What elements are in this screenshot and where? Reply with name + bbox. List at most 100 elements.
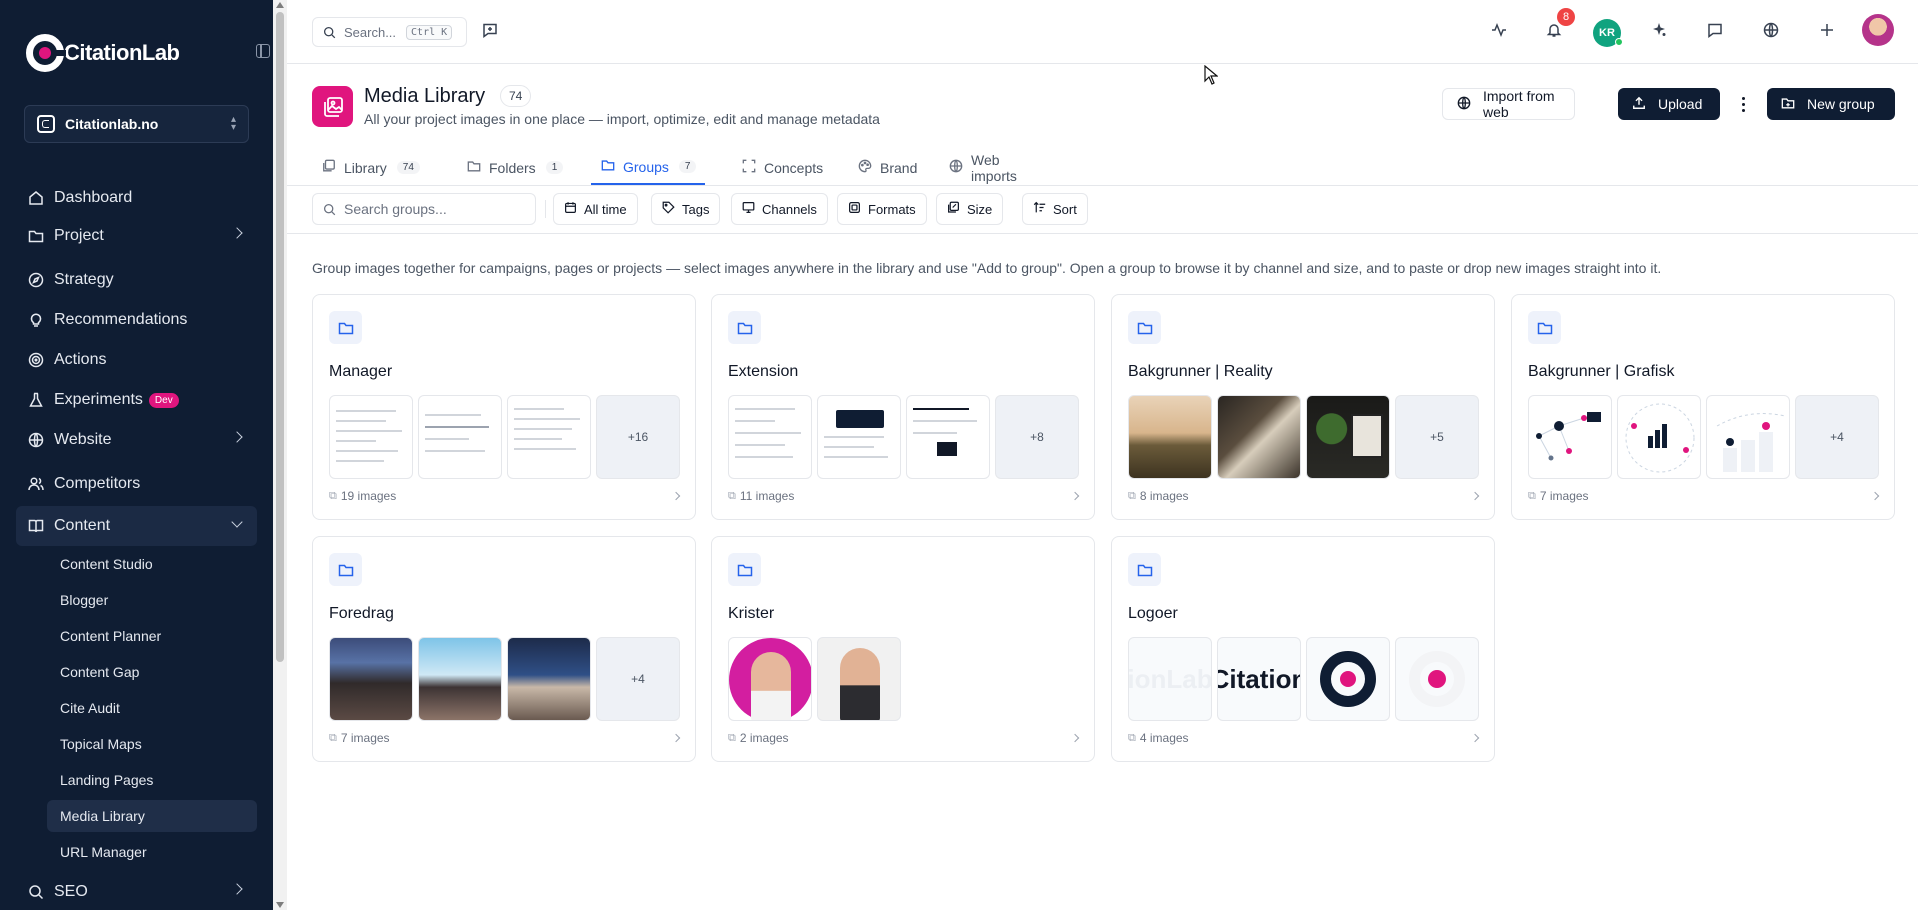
globe-icon — [28, 432, 44, 448]
more-images-indicator[interactable]: +4 — [596, 637, 680, 721]
sidebar-item-content[interactable]: Content — [16, 506, 257, 546]
chevron-right-icon[interactable] — [1070, 491, 1080, 501]
filter-tags-button[interactable]: Tags — [651, 193, 721, 225]
sidebar-subitem-content-planner[interactable]: Content Planner — [47, 620, 257, 652]
sort-button[interactable]: Sort — [1022, 193, 1088, 225]
sidebar-item-seo[interactable]: SEO — [16, 874, 257, 910]
brand-logo[interactable]: CitationLab — [26, 34, 180, 72]
filter-label: Tags — [682, 201, 710, 217]
feedback-icon[interactable] — [480, 20, 500, 40]
image-thumbnail[interactable] — [1217, 395, 1301, 479]
tab-library[interactable]: Library 74 — [312, 150, 430, 185]
tab-concepts[interactable]: Concepts — [732, 150, 833, 185]
sidebar-scrollbar[interactable] — [273, 0, 287, 910]
new-group-button[interactable]: New group — [1767, 88, 1895, 120]
chevron-right-icon[interactable] — [1470, 491, 1480, 501]
more-images-indicator[interactable]: +16 — [596, 395, 680, 479]
image-thumbnail[interactable] — [817, 637, 901, 721]
chevron-right-icon[interactable] — [1470, 733, 1480, 743]
image-thumbnail[interactable] — [329, 395, 413, 479]
activity-icon[interactable] — [1489, 20, 1509, 40]
chevron-right-icon[interactable] — [1870, 491, 1880, 501]
sidebar-item-actions[interactable]: Actions — [16, 342, 257, 378]
tab-web-imports[interactable]: Web imports — [939, 150, 1027, 185]
sidebar-item-label: Competitors — [54, 475, 141, 492]
sparkles-icon[interactable] — [1649, 20, 1669, 40]
folder-icon — [329, 311, 362, 344]
image-thumbnail[interactable] — [418, 395, 502, 479]
more-images-indicator[interactable]: +5 — [1395, 395, 1479, 479]
sidebar-subitem-landing-pages[interactable]: Landing Pages — [47, 764, 257, 796]
image-thumbnail[interactable] — [329, 637, 413, 721]
image-thumbnail[interactable] — [728, 637, 812, 721]
image-thumbnail[interactable] — [1528, 395, 1612, 479]
image-thumbnail[interactable]: ionLab — [1128, 637, 1212, 721]
sidebar-item-project[interactable]: Project — [16, 218, 257, 254]
group-image-count: ⧉ 7 images — [329, 731, 390, 745]
sidebar-item-recommendations[interactable]: Recommendations — [16, 302, 257, 338]
image-thumbnail[interactable] — [1395, 637, 1479, 721]
filter-size-button[interactable]: Size — [936, 193, 1004, 225]
globe-icon[interactable] — [1761, 20, 1781, 40]
image-thumbnail[interactable] — [418, 637, 502, 721]
image-thumbnail[interactable] — [1617, 395, 1701, 479]
image-thumbnail[interactable] — [507, 395, 591, 479]
group-card-bakgrunner-reality[interactable]: Bakgrunner | Reality +5 ⧉ 8 images — [1111, 294, 1495, 520]
filter-channels-button[interactable]: Channels — [731, 193, 828, 225]
upload-button[interactable]: Upload — [1618, 88, 1720, 120]
global-search-input[interactable]: Search... Ctrl K — [312, 17, 467, 47]
sidebar-subitem-topical-maps[interactable]: Topical Maps — [47, 728, 257, 760]
image-thumbnail[interactable] — [507, 637, 591, 721]
sidebar-subitem-content-gap[interactable]: Content Gap — [47, 656, 257, 688]
group-image-count: ⧉ 8 images — [1128, 489, 1189, 503]
user-avatar[interactable] — [1862, 14, 1894, 46]
filter-all-time-button[interactable]: All time — [553, 193, 638, 225]
group-card-foredrag[interactable]: Foredrag +4 ⧉ 7 images — [312, 536, 696, 762]
globe-icon — [1457, 96, 1471, 113]
group-card-krister[interactable]: Krister ⧉ 2 images — [711, 536, 1095, 762]
chevron-right-icon[interactable] — [671, 733, 681, 743]
sidebar-subitem-url-manager[interactable]: URL Manager — [47, 836, 257, 868]
chevron-right-icon[interactable] — [1070, 733, 1080, 743]
more-images-indicator[interactable]: +8 — [995, 395, 1079, 479]
sidebar-item-competitors[interactable]: Competitors — [16, 466, 257, 502]
image-thumbnail[interactable] — [1706, 395, 1790, 479]
tab-brand[interactable]: Brand — [848, 150, 927, 185]
group-card-bakgrunner-grafisk[interactable]: Bakgrunner | Grafisk +4 ⧉ 7 images — [1511, 294, 1895, 520]
more-images-indicator[interactable]: +4 — [1795, 395, 1879, 479]
sidebar-subitem-blogger[interactable]: Blogger — [47, 584, 257, 616]
search-placeholder: Search... — [344, 24, 397, 40]
scroll-up-arrow-icon[interactable] — [276, 2, 284, 8]
tab-groups[interactable]: Groups 7 — [591, 150, 705, 185]
sidebar-item-dashboard[interactable]: Dashboard — [16, 180, 257, 216]
image-thumbnail[interactable]: Citation — [1217, 637, 1301, 721]
image-thumbnail[interactable] — [817, 395, 901, 479]
scroll-down-arrow-icon[interactable] — [276, 902, 284, 908]
tab-folders[interactable]: Folders 1 — [457, 150, 573, 185]
image-thumbnail[interactable] — [1128, 395, 1212, 479]
import-from-web-button[interactable]: Import from web — [1442, 88, 1575, 120]
group-card-manager[interactable]: Manager +16 ⧉ 19 images — [312, 294, 696, 520]
chevron-right-icon[interactable] — [671, 491, 681, 501]
notification-count-badge: 8 — [1557, 8, 1575, 26]
sidebar-subitem-cite-audit[interactable]: Cite Audit — [47, 692, 257, 724]
image-thumbnail[interactable] — [1306, 637, 1390, 721]
group-card-extension[interactable]: Extension +8 ⧉ 11 images — [711, 294, 1095, 520]
collapse-sidebar-icon[interactable] — [256, 44, 270, 58]
sidebar-subitem-media-library[interactable]: Media Library — [47, 800, 257, 832]
sidebar-item-strategy[interactable]: Strategy — [16, 262, 257, 298]
group-card-logoer[interactable]: Logoer ionLab Citation ⧉4 images — [1111, 536, 1495, 762]
more-options-icon[interactable] — [1733, 92, 1753, 116]
filter-formats-button[interactable]: Formats — [837, 193, 927, 225]
sidebar-item-website[interactable]: Website — [16, 422, 257, 458]
plus-icon[interactable] — [1817, 20, 1837, 40]
search-groups-input[interactable]: Search groups... — [312, 193, 536, 225]
sidebar-subitem-content-studio[interactable]: Content Studio — [47, 548, 257, 580]
chat-icon[interactable] — [1705, 20, 1725, 40]
sidebar-item-experiments[interactable]: Experiments Dev — [16, 382, 257, 418]
image-thumbnail[interactable] — [906, 395, 990, 479]
image-thumbnail[interactable] — [728, 395, 812, 479]
scrollbar-thumb[interactable] — [276, 12, 284, 662]
image-thumbnail[interactable] — [1306, 395, 1390, 479]
workspace-switcher[interactable]: Citationlab.no ▴ ▾ — [24, 105, 249, 143]
